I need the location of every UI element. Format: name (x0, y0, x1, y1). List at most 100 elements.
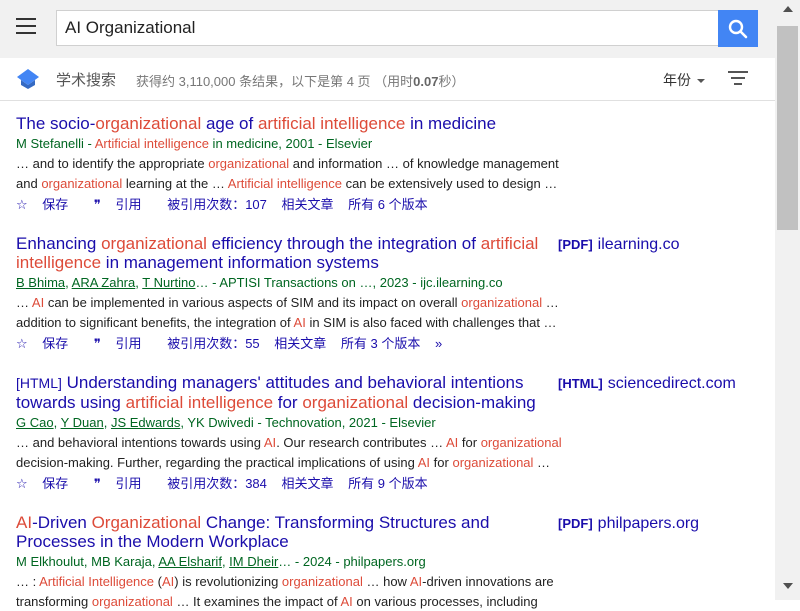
result-item: The socio-organizational age of artifici… (16, 114, 776, 213)
source-domain: ilearning.co (597, 236, 680, 253)
title-highlight: Organizational (91, 513, 202, 532)
snippet-text: … and behavioral intentions towards usin… (16, 435, 264, 450)
author-link[interactable]: Y Duan (61, 415, 104, 430)
authors-text: , (53, 415, 61, 430)
result-snippet: … and to identify the appropriate organi… (16, 154, 576, 193)
snippet-text: decision-making. Further, regarding the … (16, 454, 418, 470)
star-icon: ☆ (16, 197, 28, 212)
snippet-text: can be extensively used to design … (341, 175, 558, 191)
title-text: efficiency through the integration of (206, 234, 481, 253)
result-snippet: … AI can be implemented in various aspec… (16, 293, 576, 332)
full-text-link[interactable]: [HTML] sciencedirect.com (558, 375, 736, 393)
result-title[interactable]: AI-Driven Organizational Change: Transfo… (16, 513, 546, 551)
vertical-scrollbar[interactable] (775, 0, 800, 600)
author-link[interactable]: G Cao (16, 415, 54, 430)
menu-icon[interactable] (16, 18, 38, 38)
snippet-highlight: Artificial Intelligence (39, 574, 155, 589)
snippet-highlight: organizational (208, 156, 290, 171)
save-label: 保存 (42, 336, 69, 351)
cite-button[interactable]: ❞ 引用 (94, 336, 153, 351)
snippet-text: ) is revolutionizing (174, 574, 282, 589)
result-actions: ☆ 保存 ❞ 引用 被引用次数：55 相关文章 所有 3 个版本 » (16, 333, 776, 352)
filter-icon[interactable] (728, 71, 748, 87)
snippet-text: addition to significant benefits, the in… (16, 314, 294, 330)
cited-by-link[interactable]: 被引用次数：55 (167, 336, 259, 351)
title-text: The socio- (16, 114, 96, 133)
result-authors: B Bhima, ARA Zahra, T Nurtino… - APTISI … (16, 275, 776, 290)
snippet-text: in SIM is also faced with challenges tha… (305, 314, 557, 330)
cite-button[interactable]: ❞ 引用 (94, 197, 153, 212)
snippet-highlight: AI (263, 435, 277, 450)
result-item: Enhancing organizational efficiency thro… (16, 234, 776, 352)
search-input[interactable] (57, 11, 713, 45)
stats-time: 0.07 (413, 74, 439, 89)
all-versions-link[interactable]: 所有 6 个版本 (348, 197, 427, 212)
authors-highlight: Artificial intelligence (94, 136, 209, 151)
related-articles-link[interactable]: 相关文章 (282, 197, 334, 212)
title-highlight: artificial intelligence (257, 114, 406, 133)
cite-button[interactable]: ❞ 引用 (94, 476, 153, 491)
result-title[interactable]: The socio-organizational age of artifici… (16, 114, 546, 133)
title-highlight: artificial intelligence (125, 393, 274, 412)
all-versions-link[interactable]: 所有 9 个版本 (348, 476, 427, 491)
save-label: 保存 (42, 476, 69, 491)
snippet-text: ( (154, 574, 162, 589)
save-button[interactable]: ☆ 保存 (16, 336, 79, 351)
snippet-text: … : (16, 574, 40, 589)
cited-by-link[interactable]: 被引用次数：384 (167, 476, 267, 491)
author-link[interactable]: JS Edwards (111, 415, 180, 430)
all-versions-link[interactable]: 所有 3 个版本 (341, 336, 420, 351)
top-bar (0, 0, 775, 58)
result-authors: G Cao, Y Duan, JS Edwards, YK Dwivedi - … (16, 415, 776, 430)
snippet-text: … (533, 454, 551, 470)
quote-icon: ❞ (93, 476, 101, 491)
authors-text: , YK Dwivedi - Technovation, 2021 - Else… (180, 415, 436, 430)
result-actions: ☆ 保存 ❞ 引用 被引用次数：384 相关文章 所有 9 个版本 (16, 473, 776, 492)
cite-label: 引用 (115, 476, 142, 491)
file-type-tag: [PDF] (558, 516, 593, 531)
title-highlight: AI (16, 513, 33, 532)
search-button[interactable] (718, 10, 758, 47)
save-button[interactable]: ☆ 保存 (16, 476, 79, 491)
snippet-text: learning at the … (122, 175, 228, 191)
source-domain: philpapers.org (597, 515, 700, 532)
scroll-down-arrow-icon[interactable] (783, 583, 793, 589)
snippet-text: and information … of knowledge managemen… (289, 156, 559, 171)
snippet-highlight: organizational (41, 175, 123, 191)
related-articles-link[interactable]: 相关文章 (282, 476, 334, 491)
author-link[interactable]: T Nurtino (142, 275, 195, 290)
author-link[interactable]: ARA Zahra (72, 275, 136, 290)
result-stats: 获得约 3,110,000 条结果，以下是第 4 页 （用时0.07秒） (136, 71, 465, 90)
snippet-highlight: organizational (452, 454, 534, 470)
more-chevron-icon[interactable]: » (435, 336, 442, 351)
snippet-text: … It examines the impact of (172, 593, 341, 609)
result-snippet: … and behavioral intentions towards usin… (16, 433, 576, 472)
cited-by-link[interactable]: 被引用次数：107 (167, 197, 267, 212)
result-title[interactable]: Enhancing organizational efficiency thro… (16, 234, 546, 272)
save-label: 保存 (42, 197, 69, 212)
snippet-highlight: AI (161, 574, 175, 589)
snippet-highlight: organizational (281, 574, 363, 589)
brand-label: 学术搜索 (56, 72, 117, 89)
scroll-up-arrow-icon[interactable] (783, 6, 793, 12)
snippet-highlight: organizational (480, 435, 562, 450)
snippet-highlight: Artificial intelligence (227, 175, 342, 191)
author-link[interactable]: IM Dheir (229, 554, 278, 569)
title-text: age of (201, 114, 258, 133)
scrollbar-thumb[interactable] (777, 26, 798, 230)
related-articles-link[interactable]: 相关文章 (274, 336, 326, 351)
author-link[interactable]: B Bhima (16, 275, 65, 290)
author-link[interactable]: AA Elsharif (158, 554, 222, 569)
snippet-text: … (16, 295, 32, 310)
authors-text: M Stefanelli - (16, 136, 95, 151)
save-button[interactable]: ☆ 保存 (16, 197, 79, 212)
result-title[interactable]: [HTML] Understanding managers' attitudes… (16, 373, 546, 412)
cite-label: 引用 (115, 197, 142, 212)
result-actions: ☆ 保存 ❞ 引用 被引用次数：107 相关文章 所有 6 个版本 (16, 194, 776, 213)
snippet-highlight: organizational (91, 593, 173, 609)
full-text-link[interactable]: [PDF] philpapers.org (558, 515, 699, 533)
search-box (56, 10, 718, 46)
full-text-link[interactable]: [PDF] ilearning.co (558, 236, 680, 254)
year-dropdown[interactable]: 年份 (663, 70, 705, 90)
snippet-text: and (16, 175, 42, 191)
